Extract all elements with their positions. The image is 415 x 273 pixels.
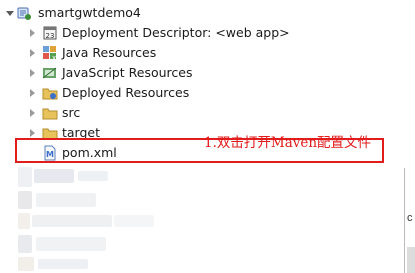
pixelated-region: [18, 165, 178, 273]
tree-item-javascript-resources[interactable]: JavaScript Resources: [0, 63, 220, 83]
collapse-arrow-icon[interactable]: [30, 29, 35, 37]
blur-block: [34, 169, 74, 183]
project-name: smartgwtdemo4: [38, 5, 141, 20]
blur-block: [78, 171, 108, 181]
tree-item-src[interactable]: src: [0, 103, 120, 123]
svg-text:x: x: [52, 54, 56, 61]
blur-block: [36, 193, 96, 207]
blur-block: [18, 167, 32, 187]
scrollbar[interactable]: [407, 247, 415, 273]
tree-item-deployment-descriptor[interactable]: 23 Deployment Descriptor: <web app>: [0, 23, 300, 43]
annotation-text: 1.双击打开Maven配置文件: [204, 135, 372, 151]
collapse-arrow-icon[interactable]: [30, 49, 35, 57]
tree-item-java-resources[interactable]: x Java Resources: [0, 43, 200, 63]
blur-block: [18, 213, 30, 229]
panel-divider: [404, 168, 405, 273]
folder-icon: [42, 108, 58, 120]
web-project-icon: [17, 7, 31, 20]
collapse-arrow-icon[interactable]: [30, 109, 35, 117]
blur-block: [18, 257, 34, 271]
java-resources-icon: x: [43, 46, 56, 61]
collapse-arrow-icon[interactable]: [30, 89, 35, 97]
blur-block: [32, 215, 112, 227]
svg-text:23: 23: [46, 32, 55, 40]
blur-block: [18, 191, 32, 209]
collapse-arrow-icon[interactable]: [30, 129, 35, 137]
deployment-descriptor-icon: 23: [43, 26, 57, 40]
collapse-arrow-icon[interactable]: [30, 69, 35, 77]
tree-item-label: Deployed Resources: [62, 85, 190, 100]
edge-text: c: [407, 212, 413, 224]
blur-block: [114, 215, 154, 227]
expand-arrow-icon[interactable]: [6, 11, 14, 16]
tree-item-label: JavaScript Resources: [62, 65, 193, 80]
blur-block: [38, 259, 88, 269]
tree-item-label: src: [62, 105, 81, 120]
tree-item-deployed-resources[interactable]: Deployed Resources: [0, 83, 200, 103]
blur-block: [18, 235, 32, 253]
tree-item-label: Deployment Descriptor: <web app>: [62, 25, 290, 40]
tree-item-label: Java Resources: [62, 45, 157, 60]
deployed-resources-icon: [42, 88, 58, 100]
blur-block: [36, 237, 106, 251]
javascript-resources-icon: [42, 67, 57, 79]
project-row[interactable]: smartgwtdemo4: [0, 3, 200, 23]
